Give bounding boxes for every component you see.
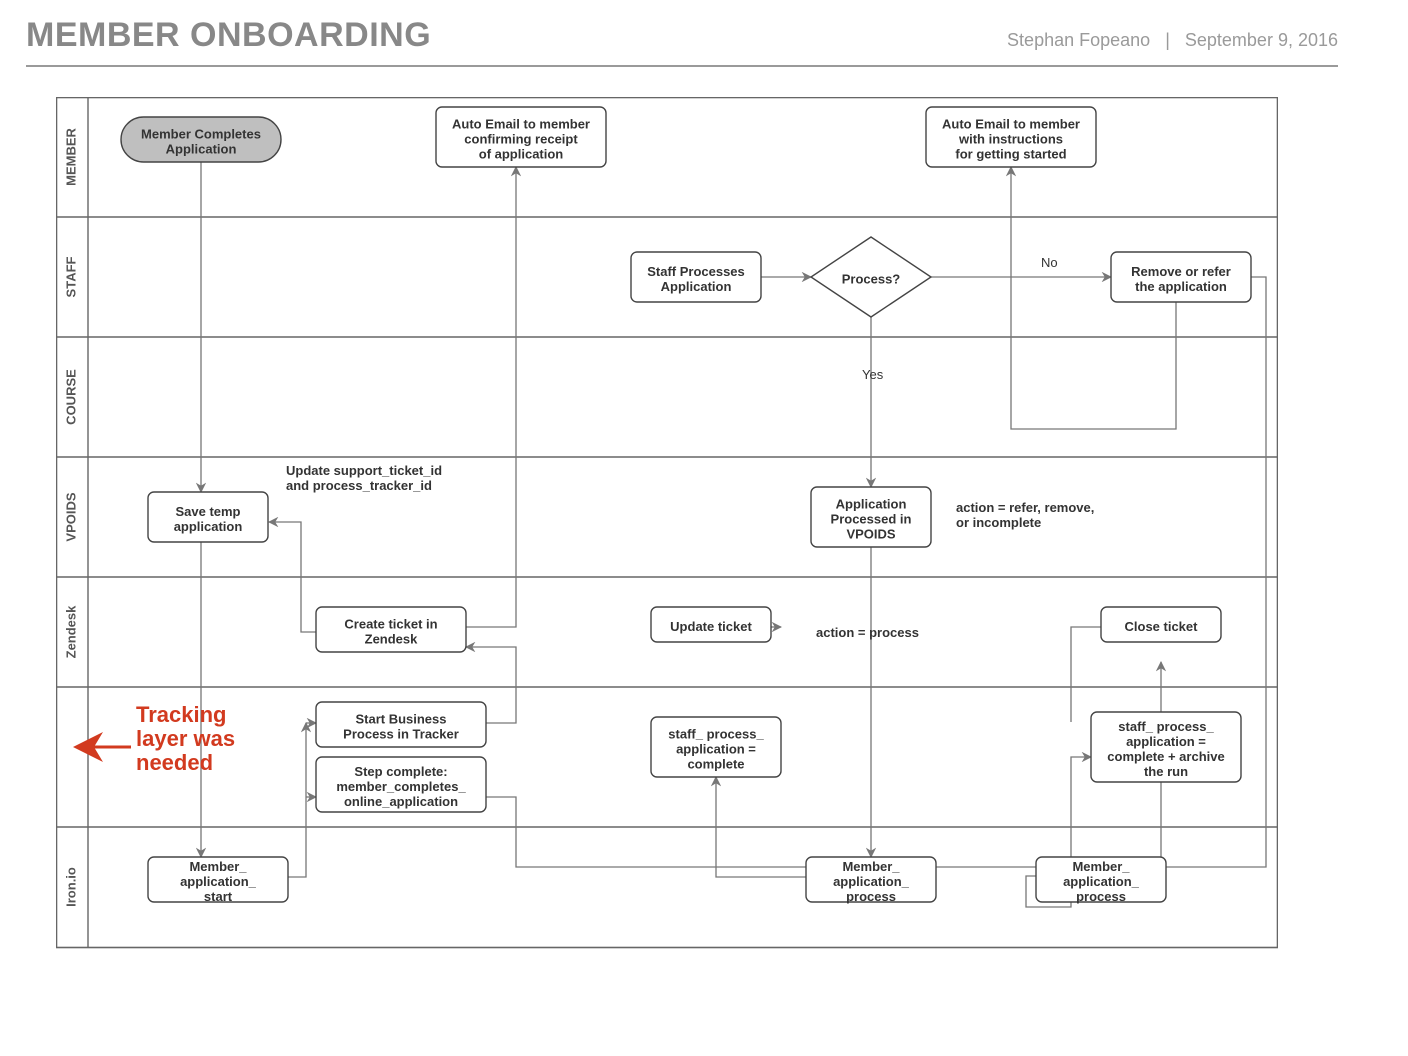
node-iron3: Member_application_process (1036, 857, 1166, 904)
node-label: Auto Email to memberwith instructionsfor… (942, 117, 1080, 162)
node-label: Save tempapplication (174, 504, 243, 534)
node-staffproc: Staff ProcessesApplication (631, 252, 761, 302)
page-title: MEMBER ONBOARDING (26, 16, 431, 55)
flow-edge (486, 797, 1101, 867)
node-saveTemp: Save tempapplication (148, 492, 268, 542)
node-email1: Auto Email to memberconfirming receiptof… (436, 107, 606, 167)
flow-edge (288, 723, 306, 877)
lane-label-staff: STAFF (63, 256, 78, 297)
lane-label-course: COURSE (63, 369, 78, 425)
flow-edge (1071, 627, 1101, 722)
node-closeZen: Close ticket (1101, 607, 1221, 642)
callout-label: Trackinglayer wasneeded (136, 702, 235, 775)
annotation-no: No (1041, 255, 1058, 270)
annotation-updateIds: Update support_ticket_idand process_trac… (286, 463, 442, 493)
annotation-yes: Yes (862, 367, 884, 382)
node-email2: Auto Email to memberwith instructionsfor… (926, 107, 1096, 167)
annotation-actionProcess: action = process (816, 625, 919, 640)
node-startBP: Start BusinessProcess in Tracker (316, 702, 486, 747)
node-staffProcArch: staff_ process_application =complete + a… (1091, 712, 1241, 782)
flow-edge (466, 167, 516, 627)
author: Stephan Fopeano (1007, 30, 1150, 50)
node-label: Step complete:member_completes_online_ap… (336, 764, 466, 809)
node-start: Member CompletesApplication (121, 117, 281, 162)
header-meta: Stephan Fopeano | September 9, 2016 (1007, 30, 1338, 51)
date: September 9, 2016 (1185, 30, 1338, 50)
node-decision: Process? (811, 237, 931, 317)
node-iron2: Member_application_process (806, 857, 936, 904)
node-createZen: Create ticket inZendesk (316, 607, 466, 652)
lane-label-vpoids: VPOIDS (63, 492, 78, 541)
annotation-actionRefer: action = refer, remove,or incomplete (956, 500, 1094, 530)
node-iron1: Member_application_start (148, 857, 288, 904)
node-label: Remove or referthe application (1131, 264, 1231, 294)
node-label: Start BusinessProcess in Tracker (343, 712, 459, 742)
node-label: Staff ProcessesApplication (647, 264, 745, 294)
node-appProcV: ApplicationProcessed inVPOIDS (811, 487, 931, 547)
node-label: Close ticket (1125, 619, 1199, 634)
lane-label-ironio: Iron.io (63, 867, 78, 907)
lane-label-member: MEMBER (63, 128, 78, 186)
node-staffProcComp: staff_ process_application =complete (651, 717, 781, 777)
node-updateZen: Update ticket (651, 607, 771, 642)
node-label: Process? (842, 272, 901, 287)
lane-label-zendesk: Zendesk (63, 605, 78, 659)
node-stepDone: Step complete:member_completes_online_ap… (316, 757, 486, 812)
swimlane-diagram: MEMBER STAFF COURSE VPOIDS Zendesk Iron.io Me… (56, 97, 1278, 957)
node-label: Update ticket (670, 619, 752, 634)
node-removeRefer: Remove or referthe application (1111, 252, 1251, 302)
